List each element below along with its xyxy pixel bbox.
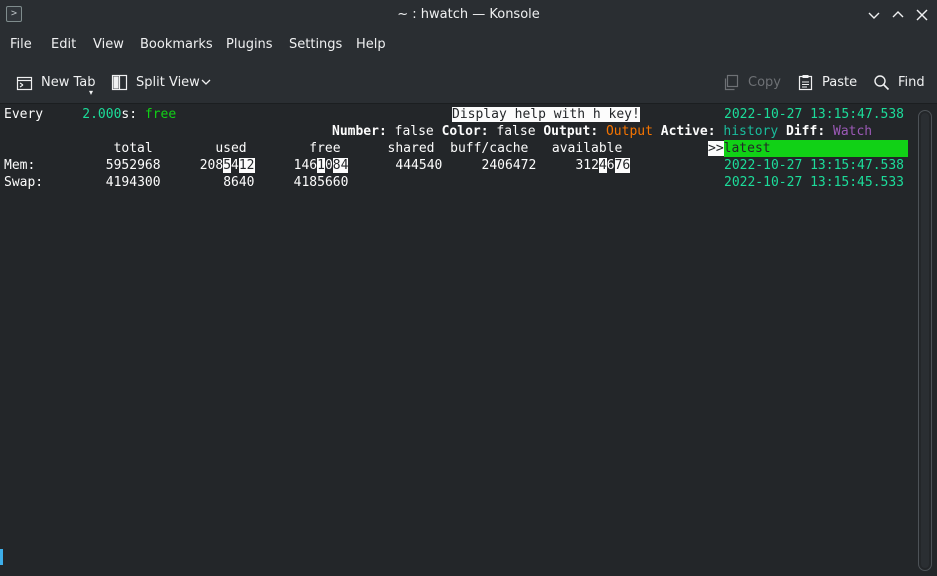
watched-command: free <box>144 107 177 122</box>
paste-icon <box>798 74 813 90</box>
terminal-view[interactable]: Every 2.000s: free Display help with h k… <box>0 105 915 576</box>
column-headers: total used free shared buff/cache availa… <box>4 141 623 156</box>
new-tab-button[interactable]: New Tab <box>16 71 96 93</box>
watch-header-line: Every 2.000s: free <box>4 106 176 123</box>
new-tab-label: New Tab <box>41 74 96 90</box>
copy-button[interactable]: Copy <box>723 71 781 93</box>
terminal-cursor <box>0 549 3 565</box>
new-tab-icon <box>16 76 33 90</box>
scrollbar-thumb[interactable] <box>921 113 929 568</box>
status-line: Number: false Color: false Output: Outpu… <box>332 124 873 139</box>
split-view-label: Split View <box>136 74 200 90</box>
interval-unit: s: <box>121 107 138 122</box>
help-hint: Display help with h key! <box>452 107 640 122</box>
history-marker: >> <box>708 141 724 156</box>
search-icon <box>874 74 890 90</box>
interval-value: 2.000 <box>82 107 122 122</box>
scrollbar[interactable] <box>918 110 932 571</box>
window-title: ~ : hwatch — Konsole <box>397 7 540 22</box>
minimize-icon[interactable] <box>864 5 884 25</box>
history-latest: latest <box>723 140 908 157</box>
menu-bookmarks[interactable]: Bookmarks <box>140 37 213 52</box>
title-bar: > ~ : hwatch — Konsole <box>0 0 937 30</box>
new-tab-dropdown-icon[interactable]: ▾ <box>89 88 93 97</box>
menu-file[interactable]: File <box>10 37 32 52</box>
history-entry[interactable]: 2022-10-27 13:15:45.533 <box>724 174 904 191</box>
paste-button[interactable]: Paste <box>797 71 857 93</box>
every-label: Every <box>4 107 44 122</box>
menu-view[interactable]: View <box>93 37 124 52</box>
history-entry[interactable]: 2022-10-27 13:15:47.538 <box>724 157 904 174</box>
split-view-button[interactable]: Split View <box>111 71 200 93</box>
menu-bar: File Edit View Bookmarks Plugins Setting… <box>0 30 937 60</box>
menu-settings[interactable]: Settings <box>289 37 342 52</box>
swap-row: Swap: 4194300 8640 4185660 <box>4 175 349 190</box>
menu-edit[interactable]: Edit <box>51 37 76 52</box>
header-timestamp: 2022-10-27 13:15:47.538 <box>724 107 905 122</box>
toolbar: New Tab ▾ Split View Copy Paste Find <box>0 60 937 104</box>
split-view-icon <box>111 74 128 90</box>
menu-plugins[interactable]: Plugins <box>226 37 273 52</box>
copy-label: Copy <box>748 74 781 90</box>
copy-icon <box>724 74 739 90</box>
split-view-dropdown-icon[interactable] <box>196 72 216 92</box>
history-latest-row[interactable]: >>latest <box>708 140 908 157</box>
find-button[interactable]: Find <box>873 71 925 93</box>
close-icon[interactable] <box>912 5 932 25</box>
find-label: Find <box>898 74 925 90</box>
paste-label: Paste <box>822 74 858 90</box>
maximize-icon[interactable] <box>888 5 908 25</box>
mem-row: Mem: 5952968 2085412 1461084 444540 2406… <box>4 158 631 173</box>
menu-help[interactable]: Help <box>356 37 386 52</box>
